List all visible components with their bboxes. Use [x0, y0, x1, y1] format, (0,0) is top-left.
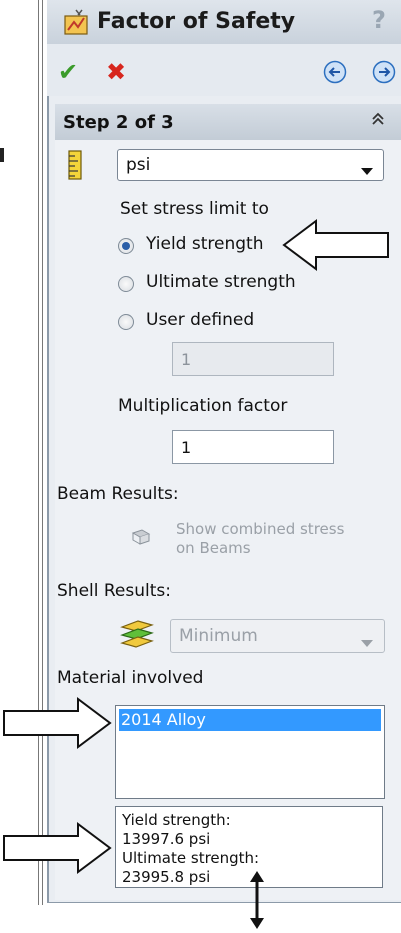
- frame-line-left-inner: [42, 0, 43, 905]
- material-list[interactable]: 2014 Alloy: [115, 705, 385, 799]
- user-defined-radio[interactable]: [118, 314, 134, 330]
- left-edge-fragment: [0, 148, 4, 162]
- user-defined-label[interactable]: User defined: [146, 310, 254, 330]
- shell-results-label: Shell Results:: [57, 581, 171, 601]
- yield-strength-label[interactable]: Yield strength: [146, 234, 263, 254]
- collapse-chevron-icon[interactable]: [370, 110, 386, 131]
- frame-line-left: [38, 0, 39, 905]
- units-dropdown[interactable]: psi: [117, 149, 384, 181]
- ok-cancel-toolbar: [47, 44, 401, 96]
- panel-title: Factor of Safety: [97, 9, 296, 34]
- factor-of-safety-icon: [62, 8, 92, 36]
- show-combined-stress-option[interactable]: Show combined stress on Beams: [176, 520, 346, 558]
- yield-strength-value: 13997.6 psi: [122, 830, 211, 848]
- beam-results-label: Beam Results:: [57, 484, 179, 504]
- ultimate-strength-caption: Ultimate strength:: [122, 849, 260, 867]
- annotation-arrow-info: [3, 822, 112, 874]
- user-defined-value-field[interactable]: 1: [172, 342, 334, 376]
- shell-results-dropdown[interactable]: Minimum: [170, 619, 385, 653]
- multiplication-factor-value: 1: [181, 438, 192, 457]
- previous-page-icon[interactable]: [323, 60, 347, 84]
- resize-double-arrow-icon: [250, 871, 264, 929]
- material-list-item[interactable]: 2014 Alloy: [119, 709, 381, 731]
- units-selected-value: psi: [126, 155, 151, 175]
- shell-stress-icon: [118, 617, 158, 651]
- step-title: Step 2 of 3: [63, 112, 174, 133]
- user-defined-value: 1: [181, 350, 192, 369]
- units-ruler-icon: [66, 150, 86, 180]
- help-icon[interactable]: ?: [372, 6, 386, 34]
- ultimate-strength-radio[interactable]: [118, 276, 134, 292]
- ok-check-icon[interactable]: ✔: [58, 58, 78, 86]
- multiplication-factor-label: Multiplication factor: [118, 396, 288, 416]
- beam-stress-icon: [130, 526, 152, 548]
- material-involved-label: Material involved: [57, 668, 204, 688]
- chevron-down-icon: [361, 633, 373, 652]
- annotation-arrow-yield: [282, 219, 389, 271]
- stress-limit-label: Set stress limit to: [120, 199, 269, 219]
- next-page-icon[interactable]: [372, 60, 396, 84]
- yield-strength-caption: Yield strength:: [122, 811, 231, 829]
- chevron-down-icon: [361, 161, 373, 180]
- annotation-arrow-material: [3, 697, 112, 749]
- yield-strength-radio[interactable]: [118, 238, 134, 254]
- multiplication-factor-field[interactable]: 1: [172, 430, 334, 464]
- shell-results-value: Minimum: [179, 626, 258, 646]
- cancel-x-icon[interactable]: ✖: [106, 58, 126, 86]
- ultimate-strength-label[interactable]: Ultimate strength: [146, 272, 296, 292]
